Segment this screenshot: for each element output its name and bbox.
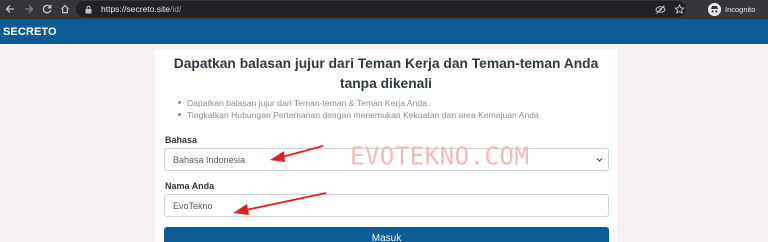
url-path: /id/ (169, 4, 182, 14)
reload-icon[interactable] (40, 2, 54, 16)
forward-icon[interactable] (22, 2, 36, 16)
submit-button[interactable]: Masuk (164, 227, 609, 242)
list-item: Dapatkan balasan jujur dari Teman-teman … (177, 97, 607, 109)
url-host: https://secreto.site (101, 4, 170, 14)
address-bar[interactable]: https://secreto.site/id/ (76, 1, 686, 17)
star-icon[interactable] (673, 3, 685, 15)
language-label: Bahasa (165, 135, 198, 145)
name-input[interactable]: EvoTekno (164, 194, 609, 217)
page-title: Dapatkan balasan jujur dari Teman Kerja … (155, 54, 617, 94)
site-logo[interactable]: SECRETO (3, 26, 57, 38)
title-line-2: tanpa dikenali (339, 76, 432, 91)
browser-toolbar: https://secreto.site/id/ Incognito (0, 0, 768, 19)
incognito-indicator[interactable]: Incognito (708, 2, 755, 17)
list-item: Tingkatkan Hubungan Pertemanan dengan me… (177, 109, 607, 121)
benefits-list: Dapatkan balasan jujur dari Teman-teman … (177, 97, 607, 121)
incognito-icon (708, 3, 721, 16)
language-value: Bahasa Indonesia (173, 154, 246, 165)
title-line-1: Dapatkan balasan jujur dari Teman Kerja … (173, 56, 599, 71)
name-value: EvoTekno (173, 200, 213, 211)
back-icon[interactable] (3, 2, 17, 16)
watermark: EVOTEKNO.COM (350, 141, 530, 171)
site-header: SECRETO (0, 19, 768, 44)
lock-icon (85, 5, 92, 13)
chevron-down-icon (596, 158, 603, 162)
home-icon[interactable] (58, 2, 72, 16)
eye-off-icon[interactable] (654, 3, 666, 15)
incognito-label: Incognito (725, 5, 756, 14)
name-label: Nama Anda (165, 181, 215, 191)
